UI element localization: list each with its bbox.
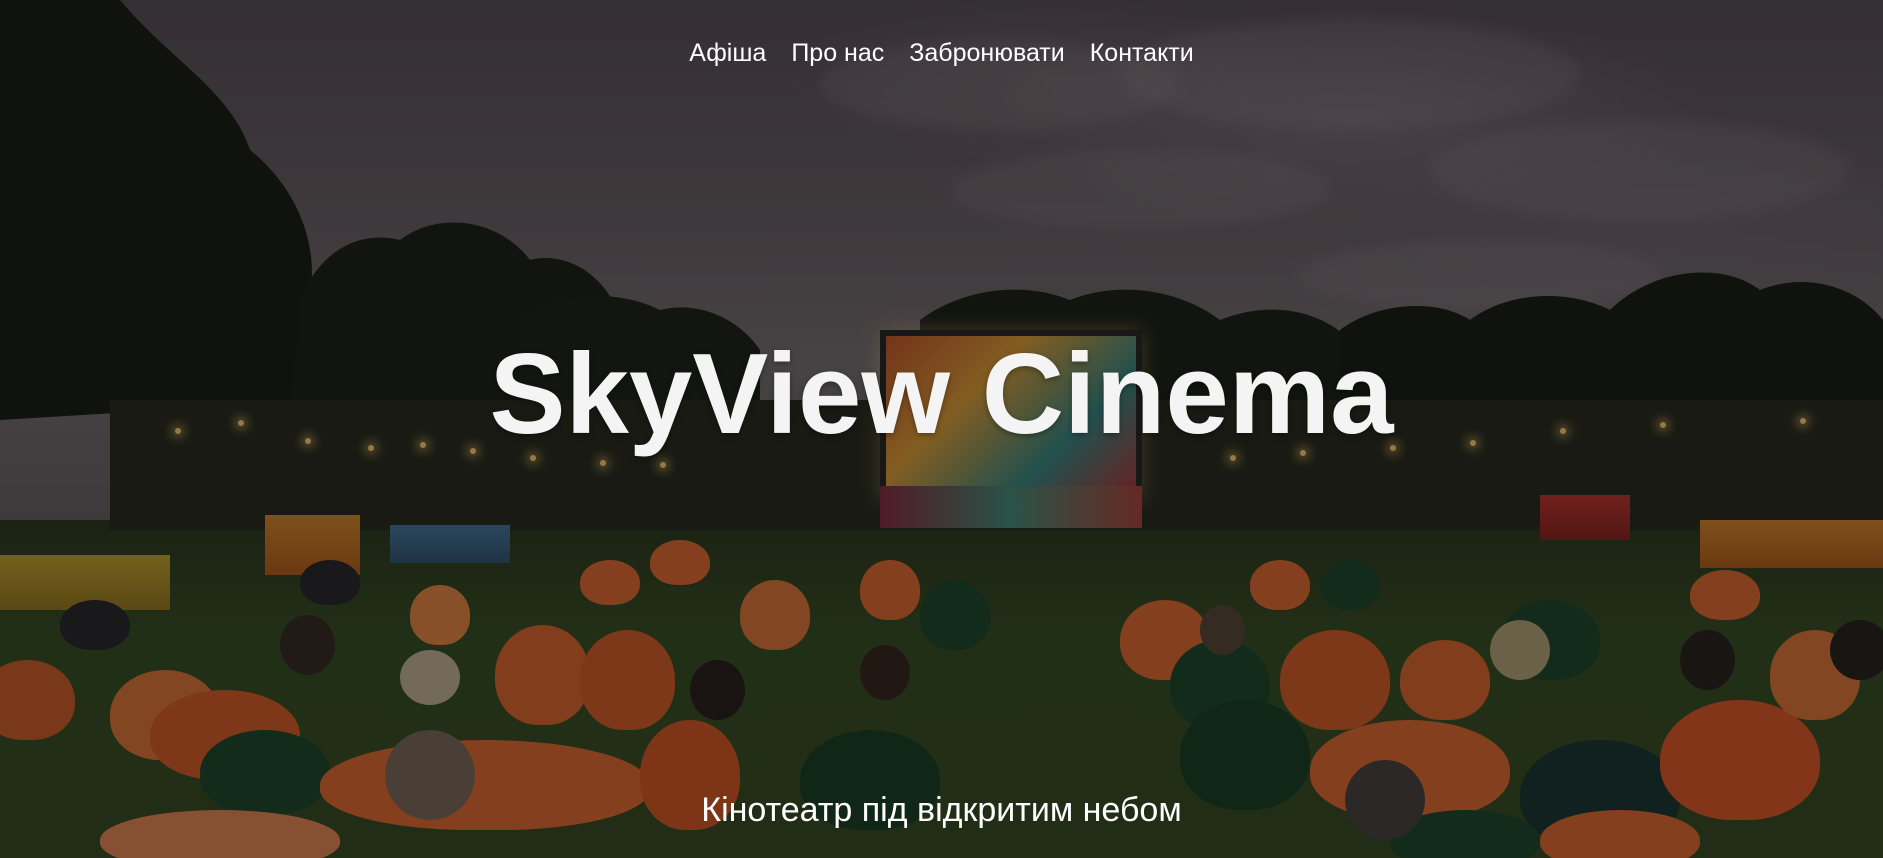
nav-link-about[interactable]: Про нас [791, 36, 884, 70]
nav-link-book[interactable]: Забронювати [909, 36, 1064, 70]
main-nav: Афіша Про нас Забронювати Контакти [0, 36, 1883, 70]
nav-link-contacts[interactable]: Контакти [1090, 36, 1194, 70]
hero-title: SkyView Cinema [489, 331, 1394, 458]
hero-subtitle: Кінотеатр під відкритим небом [701, 791, 1182, 829]
nav-link-afisha[interactable]: Афіша [689, 36, 766, 70]
hero-section: Афіша Про нас Забронювати Контакти SkyVi… [0, 0, 1883, 858]
